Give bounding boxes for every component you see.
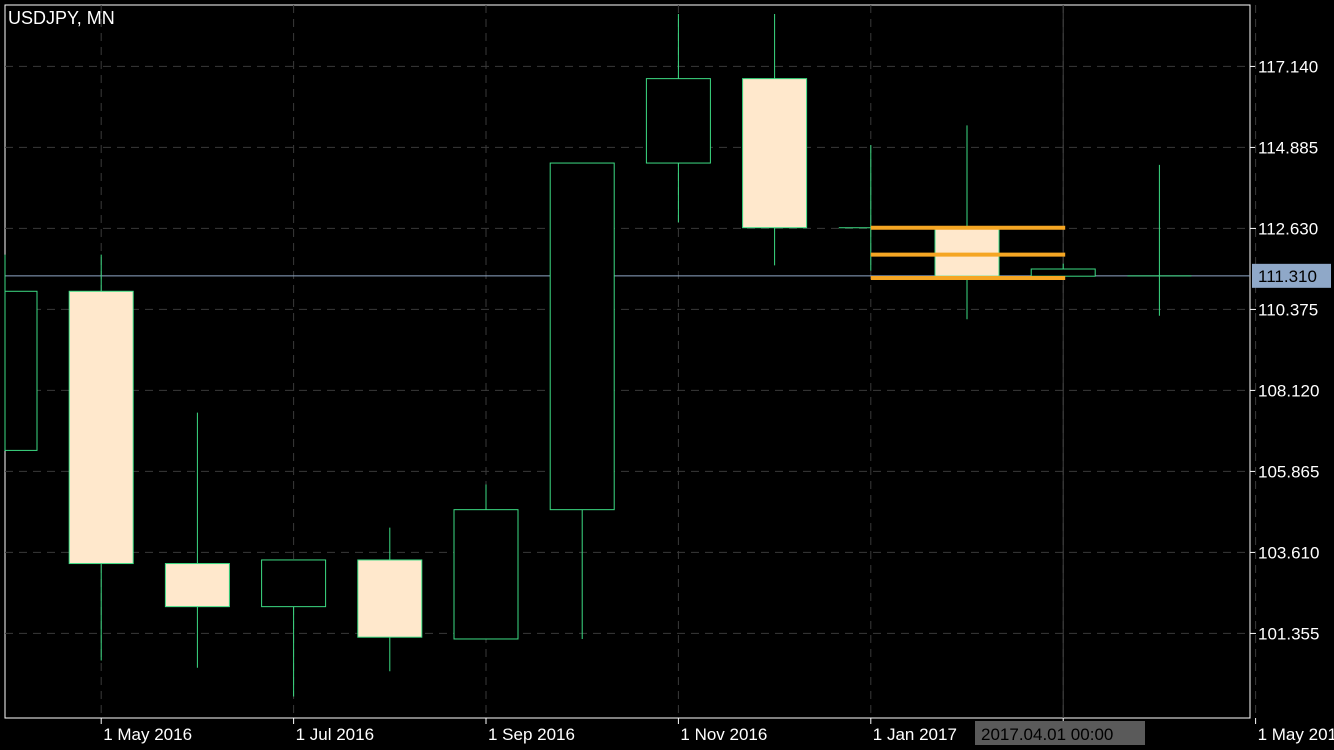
y-tick-label: 117.140 xyxy=(1258,57,1318,76)
candle-body-bearish[interactable] xyxy=(164,563,230,608)
y-tick-label: 110.375 xyxy=(1258,300,1318,319)
candle-body-bullish[interactable] xyxy=(261,559,327,608)
candle-body-bearish[interactable] xyxy=(68,290,134,565)
y-tick-label: 103.610 xyxy=(1258,543,1319,562)
y-tick-label: 101.355 xyxy=(1258,624,1319,643)
y-tick-label: 114.885 xyxy=(1258,138,1318,157)
candle-body-bullish[interactable] xyxy=(4,290,38,451)
candle-body-bearish[interactable] xyxy=(742,78,808,229)
candle-body-bearish[interactable] xyxy=(357,559,423,638)
x-tick-label: 1 Sep 2016 xyxy=(488,725,575,744)
candle-body-bearish[interactable] xyxy=(934,227,1000,277)
y-tick-label: 105.865 xyxy=(1258,462,1319,481)
x-tick-label: 1 May 2016 xyxy=(103,725,192,744)
candle-body-bullish[interactable] xyxy=(645,78,711,164)
x-tick-label: 1 Nov 2016 xyxy=(680,725,767,744)
time-label-text: 2017.04.01 00:00 xyxy=(981,725,1113,744)
chart-title: USDJPY, MN xyxy=(8,8,115,28)
x-tick-label: 1 Jan 2017 xyxy=(873,725,957,744)
candlestick-chart[interactable]: 117.140 114.885 112.630 110.375 108.120 105.8… xyxy=(0,0,1334,750)
candle-body-bullish[interactable] xyxy=(549,162,615,511)
y-tick-label: 112.630 xyxy=(1258,219,1318,238)
candle-body-bullish[interactable] xyxy=(453,509,519,640)
x-tick-label: 1 May 2017 xyxy=(1258,725,1334,744)
price-label-text: 111.310 xyxy=(1258,267,1317,286)
candle-body-bullish[interactable] xyxy=(1030,268,1096,277)
x-tick-label: 1 Jul 2016 xyxy=(296,725,374,744)
y-tick-label: 108.120 xyxy=(1258,381,1319,400)
